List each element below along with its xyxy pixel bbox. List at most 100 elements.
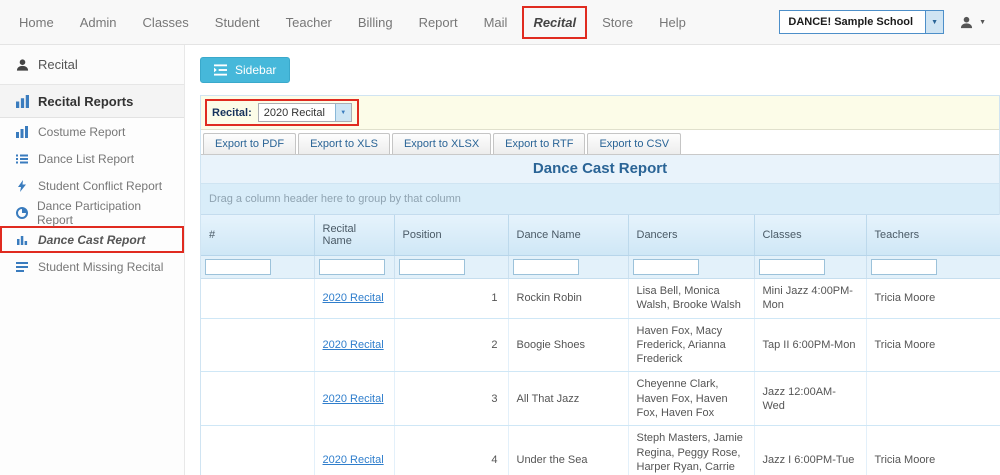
recital-filter-bar: Recital: 2020 Recital ▼ (201, 96, 999, 130)
column-header-dance-name[interactable]: Dance Name (508, 215, 629, 256)
nav-item-mail[interactable]: Mail (471, 8, 521, 37)
sidebar-item-label: Costume Report (38, 124, 126, 139)
nav-item-report[interactable]: Report (406, 8, 471, 37)
export-button-export-to-pdf[interactable]: Export to PDF (203, 133, 297, 154)
cell-dancers: Cheyenne Clark, Haven Fox, Haven Fox, Ha… (628, 371, 755, 427)
cell-dancers: Lisa Bell, Monica Walsh, Brooke Walsh (628, 278, 755, 319)
filter-cell-recital-name (314, 255, 395, 279)
cell-position: 2 (394, 318, 509, 373)
column-header-recital-name[interactable]: Recital Name (314, 215, 395, 256)
table-row: 2020 Recital 2 Boogie Shoes Haven Fox, Macy… (201, 318, 1000, 373)
chevron-down-icon[interactable]: ▼ (925, 11, 944, 33)
sidebar-toggle-icon (214, 64, 227, 76)
school-selector[interactable]: DANCE! Sample School ▼ (779, 10, 945, 34)
column-header-dancers[interactable]: Dancers (628, 215, 755, 256)
user-icon (960, 15, 973, 30)
recital-link[interactable]: 2020 Recital (323, 393, 384, 405)
export-button-export-to-rtf[interactable]: Export to RTF (493, 133, 586, 154)
nav-item-help[interactable]: Help (646, 8, 699, 37)
sidebar-item-student-conflict-report[interactable]: Student Conflict Report (0, 172, 184, 199)
filter-input-number[interactable] (205, 259, 271, 275)
group-by-hint: Drag a column header here to group by th… (201, 184, 999, 215)
cell-teachers (866, 371, 1000, 427)
filter-input-teachers[interactable] (870, 259, 937, 275)
bar-chart-icon (16, 125, 29, 138)
sidebar-section-recital-reports[interactable]: Recital Reports (0, 85, 184, 118)
table-row: 2020 Recital 4 Under the Sea Steph Masters,… (201, 425, 1000, 475)
cell-dance-name: All That Jazz (508, 371, 629, 427)
app-window: Home Admin Classes Student Teacher Billing Rep… (0, 0, 1000, 475)
cell-number (201, 278, 315, 319)
report-panel: Recital: 2020 Recital ▼ Export to PDF Exp… (200, 95, 1000, 475)
cell-position: 4 (394, 425, 509, 475)
recital-link[interactable]: 2020 Recital (323, 454, 384, 466)
column-header-number[interactable]: # (201, 215, 315, 256)
sidebar-item-costume-report[interactable]: Costume Report (0, 118, 184, 145)
nav-item-home[interactable]: Home (6, 8, 67, 37)
nav-item-teacher[interactable]: Teacher (273, 8, 345, 37)
cell-classes: Jazz 12:00AM-Wed (754, 371, 867, 427)
recital-select[interactable]: 2020 Recital ▼ (257, 103, 352, 122)
table-header-row: # Recital Name Position Dance Name Dancers Cl… (201, 215, 1000, 256)
nav-item-recital[interactable]: Recital (522, 5, 588, 39)
sidebar-item-dance-list-report[interactable]: Dance List Report (0, 145, 184, 172)
cell-recital-name: 2020 Recital (314, 425, 395, 475)
top-nav-right: DANCE! Sample School ▼ ▼ (779, 10, 986, 34)
user-menu[interactable]: ▼ (960, 15, 986, 30)
nav-item-store[interactable]: Store (589, 8, 646, 37)
nav-item-classes[interactable]: Classes (130, 8, 202, 37)
cell-number (201, 371, 315, 427)
cell-position: 1 (394, 278, 509, 319)
nav-item-student[interactable]: Student (202, 8, 273, 37)
table-row: 2020 Recital 3 All That Jazz Cheyenne Clark… (201, 371, 1000, 427)
top-nav: Home Admin Classes Student Teacher Billing Rep… (0, 0, 1000, 45)
filter-cell-teachers (866, 255, 1000, 279)
table-filter-row (201, 255, 1000, 279)
nav-item-admin[interactable]: Admin (67, 8, 130, 37)
filter-cell-number (201, 255, 315, 279)
main-menu: Home Admin Classes Student Teacher Billing Rep… (6, 5, 699, 39)
filter-input-dance-name[interactable] (512, 259, 579, 275)
recital-select-value: 2020 Recital (263, 107, 325, 119)
cell-dance-name: Under the Sea (508, 425, 629, 475)
lightning-icon (16, 179, 29, 192)
recital-link[interactable]: 2020 Recital (323, 292, 384, 304)
sidebar: Recital Recital Reports Costume Report Da… (0, 45, 185, 475)
sidebar-item-dance-participation-report[interactable]: Dance Participation Report (0, 199, 184, 227)
cell-position: 3 (394, 371, 509, 427)
cell-dance-name: Boogie Shoes (508, 318, 629, 373)
filter-cell-position (394, 255, 509, 279)
filter-input-dancers[interactable] (632, 259, 699, 275)
recital-link[interactable]: 2020 Recital (323, 339, 384, 351)
cell-number (201, 425, 315, 475)
column-header-position[interactable]: Position (394, 215, 509, 256)
chevron-down-icon[interactable]: ▼ (334, 104, 351, 121)
cell-teachers: Tricia Moore (866, 278, 1000, 319)
nav-item-billing[interactable]: Billing (345, 8, 406, 37)
filter-input-classes[interactable] (758, 259, 825, 275)
column-header-teachers[interactable]: Teachers (866, 215, 1000, 256)
cell-dance-name: Rockin Robin (508, 278, 629, 319)
sidebar-items: Costume Report Dance List Report Student C… (0, 118, 184, 280)
filter-cell-dancers (628, 255, 755, 279)
annotation-box: Recital: 2020 Recital ▼ (205, 99, 359, 126)
main-content: Sidebar Recital: 2020 Recital ▼ Export t… (185, 45, 1000, 475)
cell-teachers: Tricia Moore (866, 318, 1000, 373)
column-header-classes[interactable]: Classes (754, 215, 867, 256)
cell-teachers: Tricia Moore (866, 425, 1000, 475)
cell-recital-name: 2020 Recital (314, 318, 395, 373)
sidebar-toggle-button[interactable]: Sidebar (200, 57, 291, 83)
sidebar-item-student-missing-recital[interactable]: Student Missing Recital (0, 253, 184, 280)
sidebar-item-label: Student Conflict Report (38, 178, 163, 193)
filter-input-recital-name[interactable] (318, 259, 385, 275)
export-button-export-to-xlsx[interactable]: Export to XLSX (391, 133, 492, 154)
export-button-export-to-xls[interactable]: Export to XLS (298, 133, 390, 154)
cast-report-icon (16, 234, 29, 246)
export-button-export-to-csv[interactable]: Export to CSV (587, 133, 682, 154)
sidebar-item-dance-cast-report[interactable]: Dance Cast Report (0, 226, 184, 253)
chevron-down-icon: ▼ (979, 18, 986, 26)
sidebar-section-label: Recital Reports (38, 93, 134, 109)
sidebar-item-label: Dance List Report (38, 151, 135, 166)
filter-input-position[interactable] (398, 259, 465, 275)
list-icon (16, 153, 29, 165)
